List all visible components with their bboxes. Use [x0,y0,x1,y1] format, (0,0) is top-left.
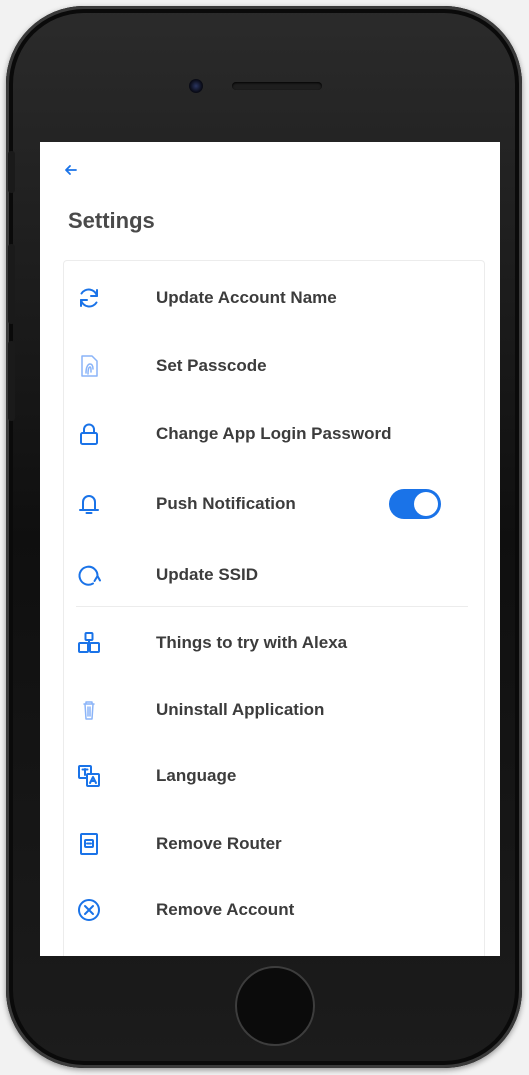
back-button[interactable] [60,158,84,182]
circular-arrow-icon [78,565,101,586]
bell-icon [79,495,99,514]
setting-label: Push Notification [156,494,296,513]
translate-icon [78,765,100,787]
arrow-left-icon [65,165,77,175]
router-icon [80,833,98,855]
earpiece-speaker [232,82,322,90]
volume-down-button [8,341,15,421]
setting-things-to-try-with-alexa[interactable]: Things to try with Alexa [76,614,466,672]
fingerprint-document-icon [81,355,98,377]
section-divider [76,606,468,607]
setting-update-ssid[interactable]: Update SSID [76,546,466,604]
setting-label: Uninstall Application [156,700,325,719]
mute-switch [8,151,15,193]
setting-label: Update Account Name [156,288,337,307]
setting-label: Remove Router [156,834,282,853]
front-camera [189,79,203,93]
lock-icon [80,423,98,445]
setting-language[interactable]: Language [76,747,466,805]
setting-label: Things to try with Alexa [156,633,348,652]
setting-set-passcode[interactable]: Set Passcode [76,337,466,395]
setting-label: Language [156,766,237,785]
close-circle-icon [78,899,100,921]
setting-label: Update SSID [156,565,259,584]
setting-remove-router[interactable]: Remove Router [76,815,466,873]
setting-label: Change App Login Password [156,424,392,443]
setting-change-app-login-password[interactable]: Change App Login Password [76,405,466,463]
page-title: Settings [68,208,155,233]
setting-label: Remove Account [156,900,295,919]
volume-up-button [8,244,15,324]
setting-remove-account[interactable]: Remove Account [76,881,466,939]
boxes-icon [78,632,100,653]
setting-label: Set Passcode [156,356,267,375]
push-notification-toggle[interactable] [389,489,441,519]
trash-icon [83,701,95,720]
refresh-icon [80,288,98,308]
home-button[interactable] [235,966,315,1046]
settings-screen: Settings Update Account Name Set Passcod… [40,142,500,956]
setting-uninstall-application[interactable]: Uninstall Application [76,681,466,739]
toggle-knob [414,492,438,516]
setting-update-account-name[interactable]: Update Account Name [76,269,466,327]
